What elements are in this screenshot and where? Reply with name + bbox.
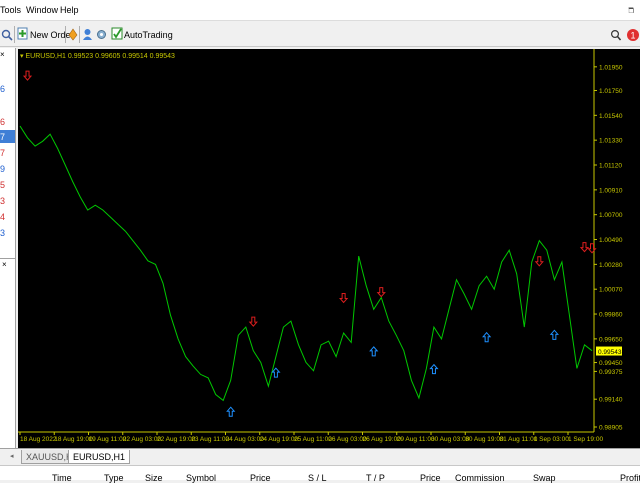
x-tick-label: 18 Aug 2022 — [20, 436, 57, 443]
list-item[interactable]: 7 — [0, 148, 8, 158]
tab-eurusd[interactable]: EURUSD,H1 — [68, 450, 131, 464]
col-price[interactable]: Price — [250, 473, 271, 483]
x-tick-label: 29 Aug 11:00 — [397, 436, 435, 443]
col-commission[interactable]: Commission — [455, 473, 505, 483]
x-tick-label: 24 Aug 19:00 — [260, 436, 299, 443]
metaeditor-icon[interactable] — [68, 26, 78, 43]
sell-arrow-icon — [248, 316, 258, 327]
col-price-2[interactable]: Price — [420, 473, 441, 483]
chart-tab-bar: ◂ XAUUSD,H1 EURUSD,H1 — [0, 448, 640, 464]
new-order-icon — [17, 27, 29, 42]
y-tick-label: 1.00910 — [599, 187, 623, 194]
chevron-icon[interactable]: ◂ — [10, 452, 14, 460]
y-tick-label: 1.01540 — [599, 113, 623, 120]
y-tick-label: 0.99860 — [599, 312, 623, 319]
y-tick-label: 0.98905 — [599, 425, 623, 432]
col-swap[interactable]: Swap — [533, 473, 556, 483]
col-sl[interactable]: S / L — [308, 473, 327, 483]
buy-arrow-icon — [226, 406, 236, 417]
sell-arrow-icon — [339, 292, 349, 304]
buy-arrow-icon — [369, 346, 379, 357]
x-tick-label: 30 Aug 19:00 — [465, 436, 504, 443]
window-controls: ▁ ❐ — [629, 3, 634, 15]
price-chart[interactable]: 1.01950 1.01750 1.01540 1.01330 1.01120 1.009… — [18, 49, 640, 448]
restore-icon[interactable]: ❐ — [629, 9, 634, 15]
options-icon[interactable] — [96, 26, 107, 43]
x-tick-label: 25 Aug 11:00 — [294, 436, 332, 443]
col-tp[interactable]: T / P — [366, 473, 385, 483]
chart-svg: 1.01950 1.01750 1.01540 1.01330 1.01120 1.009… — [18, 49, 623, 443]
col-size[interactable]: Size — [145, 473, 163, 483]
list-item[interactable]: 3 — [0, 228, 8, 238]
col-time[interactable]: Time — [52, 473, 72, 483]
x-tick-label: 24 Aug 03:00 — [226, 436, 265, 443]
current-price-label: 0.99543 — [598, 349, 622, 356]
sell-arrow-icon — [534, 256, 544, 267]
panel-close-icon[interactable]: × — [2, 260, 7, 269]
x-tick-label: 26 Aug 19:00 — [363, 436, 402, 443]
y-tick-label: 0.99650 — [599, 336, 623, 343]
y-tick-label: 1.01120 — [599, 163, 622, 170]
y-tick-label: 1.00070 — [599, 287, 623, 294]
col-type[interactable]: Type — [104, 473, 124, 483]
buy-arrow-icon — [429, 363, 439, 375]
price-line — [19, 125, 593, 402]
y-tick-label: 1.00490 — [599, 237, 623, 244]
user-icon[interactable] — [82, 26, 93, 43]
list-item[interactable]: 4 — [0, 212, 8, 222]
autotrading-icon — [111, 27, 123, 42]
notification-icon[interactable]: 1 — [626, 26, 640, 43]
x-tick-label: 1 Sep 19:00 — [568, 436, 603, 443]
x-tick-label: 22 Aug 03:00 — [123, 436, 162, 443]
x-tick-label: 31 Aug 11:00 — [500, 436, 538, 443]
col-symbol[interactable]: Symbol — [186, 473, 216, 483]
menu-window[interactable]: Window — [26, 5, 58, 15]
x-tick-label: 1 Sep 03:00 — [534, 436, 569, 443]
menu-help[interactable]: Help — [60, 5, 79, 15]
terminal-header: Time Type Size Symbol Price S / L T / P … — [0, 465, 640, 483]
chart-ohlc: 0.99523 0.99605 0.99514 0.99543 — [67, 53, 175, 60]
menu-bar: Tools Window Help ▁ ❐ — [0, 0, 640, 21]
y-tick-label: 0.99140 — [599, 397, 623, 404]
navigator-panel: × 6 7 6 7 9 5 3 4 3 × — [0, 48, 16, 448]
svg-text:1: 1 — [630, 30, 635, 40]
x-tick-label: 23 Aug 11:00 — [191, 436, 229, 443]
toolbar: New Order AutoTrading 1 — [0, 22, 640, 47]
list-item[interactable]: 9 — [0, 164, 8, 174]
buy-arrow-icon — [482, 331, 492, 343]
buy-arrow-icon — [549, 329, 559, 340]
list-item[interactable]: 6 — [0, 117, 8, 127]
x-tick-label: 26 Aug 03:00 — [328, 436, 367, 443]
zoom-icon[interactable] — [1, 26, 13, 43]
list-item[interactable]: 3 — [0, 196, 8, 206]
list-item[interactable]: 7 — [0, 132, 8, 142]
y-tick-label: 1.01750 — [599, 88, 623, 95]
sell-arrow-icon — [22, 70, 33, 81]
list-item[interactable]: 5 — [0, 180, 8, 190]
y-tick-label: 0.99450 — [599, 360, 623, 367]
menu-tools[interactable]: Tools — [0, 5, 21, 15]
x-tick-label: 30 Aug 03:00 — [431, 436, 470, 443]
new-order-label: New Order — [30, 29, 74, 40]
x-tick-label: 18 Aug 19:00 — [54, 436, 93, 443]
col-profit[interactable]: Profit — [620, 473, 640, 483]
chart-collapse-icon[interactable]: ▾ — [20, 53, 24, 60]
sell-arrow-icon — [376, 287, 386, 298]
y-tick-label: 1.00700 — [599, 212, 623, 219]
y-tick-label: 1.01950 — [599, 64, 623, 71]
search-icon[interactable] — [610, 26, 621, 43]
chart-symbol: EURUSD,H1 — [25, 53, 66, 60]
y-tick-label: 1.00280 — [599, 262, 623, 269]
y-tick-label: 1.01330 — [599, 138, 623, 145]
autotrading-button[interactable]: AutoTrading — [111, 26, 173, 43]
buy-arrow-icon — [271, 367, 281, 378]
chart-header: ▾ EURUSD,H1 0.99523 0.99605 0.99514 0.99… — [20, 52, 175, 60]
x-tick-label: 19 Aug 11:00 — [89, 436, 127, 443]
list-item[interactable]: 6 — [0, 84, 8, 94]
sell-arrow-icon — [579, 242, 590, 253]
x-tick-label: 22 Aug 19:00 — [157, 436, 196, 443]
y-tick-label: 0.99375 — [599, 369, 623, 376]
autotrading-label: AutoTrading — [124, 29, 173, 40]
panel-close-icon[interactable]: × — [0, 50, 15, 62]
